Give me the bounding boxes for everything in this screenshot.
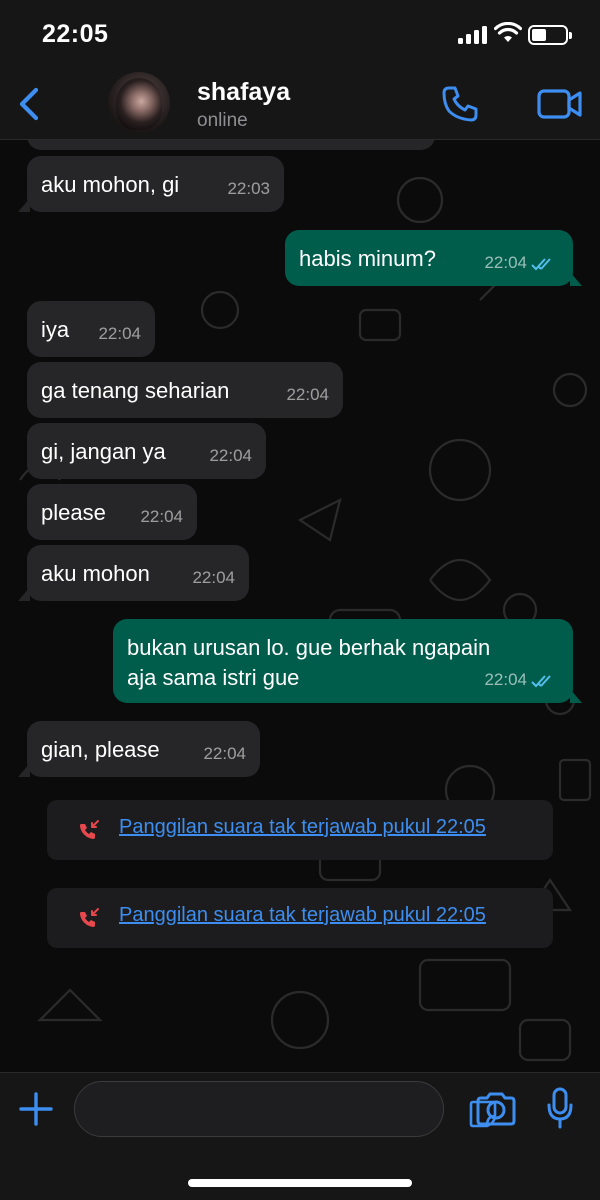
- message-bubble-outgoing[interactable]: bukan urusan lo. gue berhak ngapain aja …: [113, 619, 582, 703]
- status-bar: 22:05: [0, 0, 600, 70]
- contact-avatar[interactable]: [108, 72, 170, 134]
- message-bubble-incoming[interactable]: aku mohon, gi 22:03: [18, 156, 284, 212]
- message-bubble-incoming[interactable]: ga tenang seharian 22:04: [27, 362, 343, 418]
- message-input-field[interactable]: [74, 1081, 497, 1137]
- bubble-tail: [570, 272, 582, 286]
- missed-call-icon: [80, 908, 99, 927]
- message-text: gi, jangan ya: [41, 439, 166, 464]
- missed-call-link[interactable]: Panggilan suara tak terjawab pukul 22:05: [119, 904, 486, 927]
- back-chevron-icon[interactable]: [12, 82, 48, 126]
- phone-call-icon[interactable]: [440, 84, 480, 124]
- bubble-tail: [570, 689, 582, 703]
- missed-call-notice[interactable]: Panggilan suara tak terjawab pukul 22:05: [47, 888, 553, 948]
- message-text: aku mohon, gi: [41, 172, 180, 197]
- read-double-check-icon: [531, 257, 551, 270]
- chat-area[interactable]: aku mohon, gi 22:03 habis minum? 22:04 i…: [0, 140, 600, 1072]
- missed-call-notice[interactable]: Panggilan suara tak terjawab pukul 22:05: [47, 800, 553, 860]
- missed-call-link[interactable]: Panggilan suara tak terjawab pukul 22:05: [119, 816, 486, 839]
- contact-status: online: [197, 110, 248, 131]
- message-input[interactable]: [95, 1094, 385, 1124]
- message-time: 22:04: [203, 744, 246, 763]
- message-time: 22:04: [484, 253, 527, 272]
- partial-message-bubble: [27, 140, 435, 150]
- message-bubble-outgoing[interactable]: habis minum? 22:04: [285, 230, 582, 286]
- battery-icon: [528, 25, 572, 45]
- message-time: 22:04: [286, 385, 329, 404]
- missed-call-icon: [80, 820, 99, 839]
- bubble-tail: [18, 587, 30, 601]
- bubble-tail: [18, 198, 30, 212]
- plus-icon[interactable]: [18, 1091, 54, 1127]
- message-time: 22:04: [98, 324, 141, 343]
- message-text: habis minum?: [299, 246, 436, 271]
- cellular-signal-icon: [458, 26, 488, 44]
- message-text-line-1: bukan urusan lo. gue berhak ngapain: [127, 635, 491, 660]
- video-call-icon[interactable]: [536, 86, 584, 122]
- message-time: 22:04: [140, 507, 183, 526]
- message-text: aku mohon: [41, 561, 150, 586]
- message-time: 22:04: [484, 670, 527, 689]
- message-bubble-incoming[interactable]: gi, jangan ya 22:04: [27, 423, 266, 479]
- bubble-tail: [18, 763, 30, 777]
- message-bubble-incoming[interactable]: iya 22:04: [27, 301, 155, 357]
- message-bubble-incoming[interactable]: aku mohon 22:04: [18, 545, 249, 601]
- read-double-check-icon: [531, 674, 551, 687]
- message-meta: 22:04: [484, 248, 559, 278]
- message-time: 22:04: [192, 568, 235, 587]
- microphone-icon[interactable]: [546, 1087, 574, 1129]
- message-bubble-incoming[interactable]: gian, please 22:04: [18, 721, 260, 777]
- message-text: please: [41, 500, 106, 525]
- home-indicator[interactable]: [188, 1179, 412, 1187]
- status-time: 22:05: [42, 20, 109, 48]
- contact-name[interactable]: shafaya: [197, 78, 290, 107]
- message-text: ga tenang seharian: [41, 378, 230, 403]
- message-text: gian, please: [41, 737, 160, 762]
- message-time: 22:04: [209, 446, 252, 465]
- message-time: 22:03: [227, 179, 270, 198]
- chat-header: shafaya online: [0, 70, 600, 140]
- message-text: iya: [41, 317, 70, 342]
- message-bubble-incoming[interactable]: please 22:04: [27, 484, 197, 540]
- camera-icon[interactable]: [474, 1091, 518, 1127]
- message-meta: 22:04: [484, 665, 559, 695]
- wifi-icon: [494, 22, 522, 42]
